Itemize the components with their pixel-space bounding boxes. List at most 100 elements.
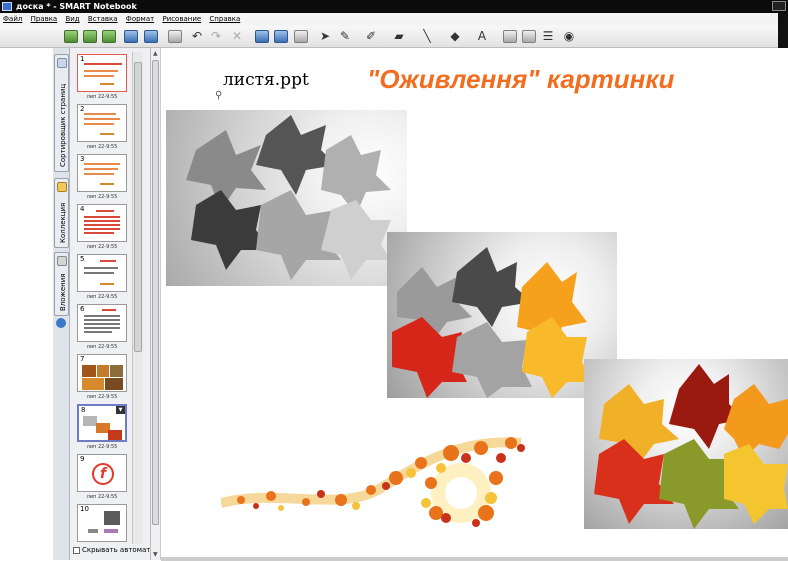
page-title[interactable]: "Оживлення" картинки bbox=[367, 64, 674, 95]
thumbnail-date: лип 22-9:55 bbox=[86, 344, 118, 350]
scroll-down-icon[interactable]: ▼ bbox=[153, 551, 158, 558]
thumbnail-number: 1 bbox=[80, 55, 85, 63]
scrollbar-thumb[interactable] bbox=[134, 62, 142, 352]
prev-page-icon[interactable] bbox=[64, 30, 78, 43]
eraser-icon[interactable]: ▰ bbox=[392, 30, 406, 43]
file-attachment-label[interactable]: листя.ppt bbox=[223, 70, 309, 90]
thumbnail-number: 3 bbox=[80, 155, 85, 163]
page-sorter-icon bbox=[57, 58, 67, 68]
checkbox-box[interactable] bbox=[73, 546, 80, 554]
next-page-icon[interactable] bbox=[83, 30, 97, 43]
thumbnail-number: 5 bbox=[80, 255, 85, 263]
window-control-button[interactable] bbox=[772, 1, 786, 11]
thumbnail-scrollbar[interactable] bbox=[132, 52, 143, 544]
thumbnail-page-7[interactable]: 7 лип 22-9:55 bbox=[77, 354, 127, 403]
tab-page-sorter[interactable]: Сортировщик страниц bbox=[54, 54, 69, 172]
line-icon[interactable]: ╲ bbox=[420, 30, 434, 43]
app-icon bbox=[2, 2, 12, 11]
properties-icon[interactable] bbox=[503, 30, 517, 43]
thumbnail-date: лип 22-9:55 bbox=[86, 94, 118, 100]
thumbnail-date: лип 22-9:55 bbox=[86, 294, 118, 300]
thumbnail-date: лип 22-9:55 bbox=[86, 394, 118, 400]
thumbnail-page-1[interactable]: 1 лип 22-9:55 bbox=[77, 54, 127, 103]
menu-insert[interactable]: Вставка bbox=[85, 13, 121, 26]
thumbnail-date: лип 22-9:55 bbox=[86, 494, 118, 500]
delete-icon[interactable]: ✕ bbox=[230, 30, 244, 43]
screen-shade-icon[interactable] bbox=[255, 30, 269, 43]
page-thumbnails: 1 лип 22-9:55 2 лип 22-9:55 3 лип 22-9:5… bbox=[72, 52, 132, 544]
help-icon[interactable]: ◉ bbox=[562, 30, 576, 43]
partly-colored-leaves-image[interactable] bbox=[387, 232, 617, 398]
thumbnail-date: лип 22-9:55 bbox=[86, 144, 118, 150]
save-icon[interactable] bbox=[144, 30, 158, 43]
smart-notebook-window: доска * - SMART Notebook Файл Правка Вид… bbox=[0, 0, 788, 561]
menu-file[interactable]: Файл bbox=[0, 13, 25, 26]
pen-icon[interactable]: ✎ bbox=[338, 30, 352, 43]
menu-format[interactable]: Формат bbox=[123, 13, 157, 26]
menu-edit[interactable]: Правка bbox=[28, 13, 61, 26]
auto-hide-label: Скрывать автомат bbox=[82, 546, 151, 554]
text-icon[interactable]: A bbox=[475, 30, 489, 43]
thumbnail-date: лип 22-9:55 bbox=[86, 244, 118, 250]
toolbar: ↶ ↷ ✕ ➤ ✎ ✐ ▰ ╲ ◆ A ☰ ◉ bbox=[0, 26, 788, 48]
window-title: доска * - SMART Notebook bbox=[16, 2, 137, 11]
thumbnail-date: лип 22-9:55 bbox=[86, 444, 118, 450]
thumbnail-page-8[interactable]: 8 ▼ лип 22-9:55 bbox=[77, 404, 127, 453]
thumbnail-number: 9 bbox=[80, 455, 85, 463]
thumbnail-number: 2 bbox=[80, 105, 85, 113]
redo-icon[interactable]: ↷ bbox=[209, 30, 223, 43]
capture-icon[interactable] bbox=[294, 30, 308, 43]
open-icon[interactable] bbox=[124, 30, 138, 43]
panel-scrollbar[interactable]: ▲ ▼ bbox=[150, 48, 161, 560]
thumbnail-page-2[interactable]: 2 лип 22-9:55 bbox=[77, 104, 127, 153]
fill-icon[interactable]: ◆ bbox=[448, 30, 462, 43]
menu-view[interactable]: Вид bbox=[62, 13, 82, 26]
thumbnail-menu-icon[interactable]: ▼ bbox=[116, 406, 125, 414]
leaf-swirl-image[interactable] bbox=[221, 418, 541, 533]
tab-attachments-label: Вложения bbox=[59, 273, 67, 311]
grey-leaves-image[interactable] bbox=[166, 110, 407, 286]
side-tabs: Сортировщик страниц Коллекция Вложения bbox=[53, 48, 70, 560]
thumbnail-page-5[interactable]: 5 лип 22-9:55 bbox=[77, 254, 127, 303]
paperclip-icon: ⚲ bbox=[215, 90, 223, 101]
canvas-bottom-edge bbox=[161, 557, 788, 561]
thumbnail-number: 10 bbox=[80, 505, 89, 513]
tab-attachments[interactable]: Вложения bbox=[54, 252, 69, 316]
select-icon[interactable]: ➤ bbox=[318, 30, 332, 43]
creative-pen-icon[interactable]: ✐ bbox=[364, 30, 378, 43]
menu-draw[interactable]: Рисование bbox=[159, 13, 204, 26]
move-toolbar-icon[interactable] bbox=[522, 30, 536, 43]
full-screen-icon[interactable] bbox=[274, 30, 288, 43]
title-bar: доска * - SMART Notebook bbox=[0, 0, 788, 13]
thumbnail-number: 8 bbox=[81, 406, 86, 414]
undo-icon[interactable]: ↶ bbox=[190, 30, 204, 43]
thumbnail-page-4[interactable]: 4 лип 22-9:55 bbox=[77, 204, 127, 253]
flash-icon: f bbox=[92, 463, 114, 485]
thumbnail-page-6[interactable]: 6 лип 22-9:55 bbox=[77, 304, 127, 353]
tab-page-sorter-label: Сортировщик страниц bbox=[59, 83, 67, 167]
thumbnail-number: 4 bbox=[80, 205, 85, 213]
leaf-shapes bbox=[186, 115, 391, 280]
auto-hide-checkbox[interactable]: Скрывать автомат bbox=[73, 546, 150, 554]
thumbnail-page-9[interactable]: 9 f лип 22-9:55 bbox=[77, 454, 127, 503]
whiteboard-canvas[interactable]: листя.ppt ⚲ "Оживлення" картинки bbox=[161, 48, 788, 561]
menu-help[interactable]: Справка bbox=[206, 13, 243, 26]
paste-icon[interactable] bbox=[168, 30, 182, 43]
scrollbar-thumb[interactable] bbox=[152, 60, 159, 525]
colored-leaves-image[interactable] bbox=[584, 359, 788, 529]
attachments-icon bbox=[57, 256, 67, 266]
thumbnail-page-3[interactable]: 3 лип 22-9:55 bbox=[77, 154, 127, 203]
thumbnail-date: лип 22-9:55 bbox=[86, 194, 118, 200]
add-page-icon[interactable] bbox=[102, 30, 116, 43]
tab-gallery-label: Коллекция bbox=[59, 202, 67, 243]
scroll-up-icon[interactable]: ▲ bbox=[153, 50, 158, 57]
more-icon[interactable]: ☰ bbox=[541, 30, 555, 43]
properties-tab-icon[interactable] bbox=[56, 318, 66, 328]
thumbnail-page-10[interactable]: 10 bbox=[77, 504, 127, 544]
gallery-icon bbox=[57, 182, 67, 192]
thumbnail-number: 6 bbox=[80, 305, 85, 313]
tab-gallery[interactable]: Коллекция bbox=[54, 178, 69, 248]
thumbnail-number: 7 bbox=[80, 355, 85, 363]
window-edge bbox=[778, 13, 788, 48]
menu-bar: Файл Правка Вид Вставка Формат Рисование… bbox=[0, 13, 788, 26]
